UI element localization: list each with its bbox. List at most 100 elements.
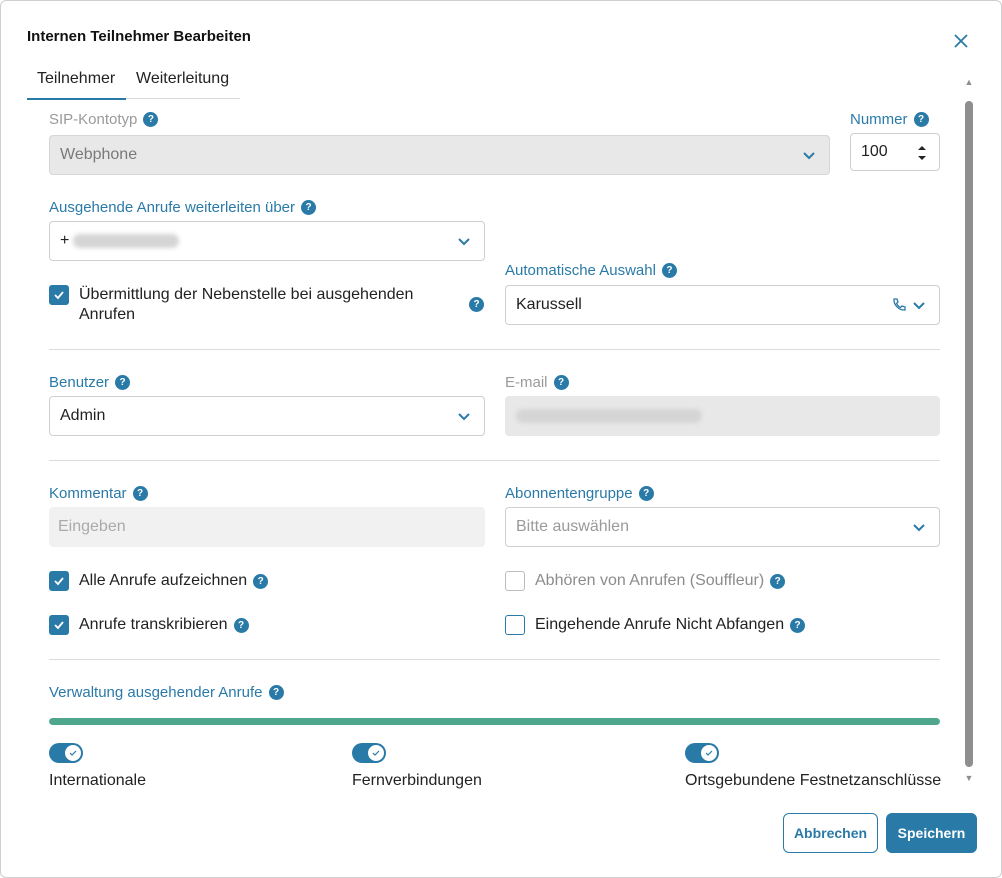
sip-type-label-text: SIP-Kontotyp — [49, 111, 138, 128]
spinner-icon[interactable] — [917, 141, 927, 165]
close-icon[interactable] — [949, 31, 973, 55]
chevron-down-icon — [458, 413, 470, 421]
no-intercept-label-text: Eingehende Anrufe Nicht Abfangen — [535, 616, 785, 633]
toggle-local-landline-label: Ortsgebundene Festnetzanschlüsse — [685, 772, 942, 789]
sip-type-label: SIP-Kontotyp ? — [49, 111, 159, 128]
help-icon[interactable]: ? — [790, 617, 806, 633]
sip-type-select[interactable]: Webphone — [49, 135, 830, 175]
comment-label: Kommentar ? — [49, 485, 148, 502]
help-icon[interactable]: ? — [233, 617, 249, 633]
user-select[interactable]: Admin — [49, 396, 485, 436]
email-field — [505, 396, 940, 436]
help-icon[interactable]: ? — [132, 486, 148, 501]
record-all-label-text: Alle Anrufe aufzeichnen — [79, 572, 248, 589]
listen-calls-label-text: Abhören von Anrufen (Souffleur) — [535, 572, 765, 589]
chevron-down-icon — [803, 152, 815, 160]
number-label: Nummer ? — [850, 111, 929, 128]
check-icon — [54, 291, 64, 300]
help-icon[interactable]: ? — [770, 573, 786, 589]
outgoing-route-prefix: + — [60, 232, 70, 249]
divider — [49, 659, 940, 660]
number-value: 100 — [861, 143, 888, 160]
help-icon[interactable]: ? — [301, 200, 317, 215]
help-icon[interactable]: ? — [268, 685, 284, 700]
toggle-knob — [65, 745, 81, 761]
help-icon[interactable]: ? — [553, 375, 569, 390]
subscriber-group-label: Abonnentengruppe ? — [505, 485, 654, 502]
transcribe-label-text: Anrufe transkribieren — [79, 616, 228, 633]
divider — [49, 460, 940, 461]
help-icon[interactable]: ? — [638, 486, 654, 501]
edit-participant-dialog: Internen Teilnehmer Bearbeiten Teilnehme… — [0, 0, 1002, 878]
chevron-down-icon — [913, 524, 925, 532]
extension-transmit-checkbox[interactable] — [49, 285, 69, 305]
subscriber-group-label-text: Abonnentengruppe — [505, 485, 633, 502]
toggle-knob — [701, 745, 717, 761]
auto-select-value: Karussell — [516, 296, 582, 313]
no-intercept-label: Eingehende Anrufe Nicht Abfangen ? — [535, 615, 806, 635]
help-icon[interactable]: ? — [913, 112, 929, 127]
scroll-down-icon[interactable]: ▼ — [964, 773, 974, 783]
check-icon — [69, 750, 77, 756]
redacted-email — [516, 409, 702, 423]
auto-select-select[interactable]: Karussell — [505, 285, 940, 325]
outgoing-management-label-text: Verwaltung ausgehender Anrufe — [49, 684, 263, 701]
comment-placeholder: Eingeben — [58, 518, 126, 535]
chevron-down-icon — [458, 238, 470, 246]
listen-calls-label: Abhören von Anrufen (Souffleur) ? — [535, 571, 786, 591]
scroll-up-icon[interactable]: ▲ — [964, 77, 974, 87]
outgoing-route-select[interactable]: + — [49, 221, 485, 261]
toggle-knob — [368, 745, 384, 761]
no-intercept-checkbox[interactable] — [505, 615, 525, 635]
dialog-title: Internen Teilnehmer Bearbeiten — [27, 28, 251, 45]
comment-label-text: Kommentar — [49, 485, 127, 502]
tab-bar: Teilnehmer Weiterleitung — [26, 63, 240, 100]
save-button[interactable]: Speichern — [886, 813, 977, 853]
redacted-number — [73, 234, 180, 248]
transcribe-label: Anrufe transkribieren ? — [79, 615, 249, 635]
tab-weiterleitung[interactable]: Weiterleitung — [136, 70, 229, 88]
toggle-long-distance-label: Fernverbindungen — [352, 772, 482, 789]
user-label-text: Benutzer — [49, 374, 110, 391]
sip-type-value: Webphone — [60, 146, 138, 163]
subscriber-group-select[interactable]: Bitte auswählen — [505, 507, 940, 547]
outgoing-management-label: Verwaltung ausgehender Anrufe ? — [49, 684, 284, 701]
toggle-international[interactable] — [49, 743, 83, 763]
outgoing-route-label-text: Ausgehende Anrufe weiterleiten über — [49, 199, 296, 216]
check-icon — [54, 577, 64, 586]
help-icon[interactable]: ? — [469, 297, 484, 312]
number-label-text: Nummer — [850, 111, 908, 128]
cancel-button[interactable]: Abbrechen — [783, 813, 878, 853]
divider — [49, 349, 940, 350]
extension-transmit-label: Übermittlung der Nebenstelle bei ausgehe… — [79, 286, 414, 323]
tab-teilnehmer[interactable]: Teilnehmer — [26, 70, 127, 100]
user-value: Admin — [60, 407, 106, 424]
record-all-label: Alle Anrufe aufzeichnen ? — [79, 571, 269, 591]
outgoing-progress-bar — [49, 718, 940, 725]
auto-select-label: Automatische Auswahl ? — [505, 262, 677, 279]
email-label-text: E-mail — [505, 374, 548, 391]
subscriber-group-placeholder: Bitte auswählen — [516, 518, 629, 535]
phone-icon — [893, 298, 906, 311]
check-icon — [372, 750, 380, 756]
toggle-local-landline[interactable] — [685, 743, 719, 763]
toggle-long-distance[interactable] — [352, 743, 386, 763]
toggle-international-label: Internationale — [49, 772, 146, 789]
listen-calls-checkbox[interactable] — [505, 571, 525, 591]
number-stepper[interactable]: 100 — [850, 133, 940, 171]
auto-select-label-text: Automatische Auswahl — [505, 262, 656, 279]
help-icon[interactable]: ? — [115, 375, 131, 390]
chevron-down-icon — [913, 302, 925, 310]
comment-input[interactable]: Eingeben — [49, 507, 485, 547]
check-icon — [705, 750, 713, 756]
help-icon[interactable]: ? — [661, 263, 677, 278]
outgoing-route-label: Ausgehende Anrufe weiterleiten über ? — [49, 199, 317, 216]
help-icon[interactable]: ? — [253, 573, 269, 589]
progress-fill — [49, 718, 940, 725]
transcribe-checkbox[interactable] — [49, 615, 69, 635]
user-label: Benutzer ? — [49, 374, 131, 391]
help-icon[interactable]: ? — [143, 112, 159, 127]
email-label: E-mail ? — [505, 374, 569, 391]
scrollbar-thumb[interactable] — [965, 101, 973, 767]
record-all-checkbox[interactable] — [49, 571, 69, 591]
